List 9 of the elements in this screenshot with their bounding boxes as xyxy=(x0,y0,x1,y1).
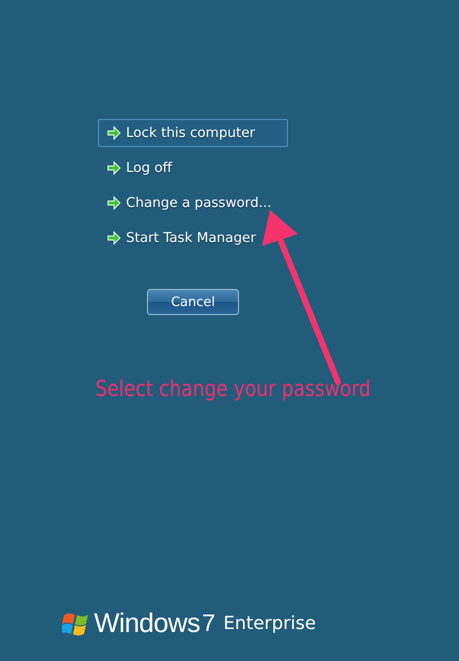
cancel-button[interactable]: Cancel xyxy=(147,289,239,315)
logo-edition: Enterprise xyxy=(223,613,316,634)
menu-option[interactable]: Change a password... xyxy=(98,189,281,217)
logo-version: 7 xyxy=(202,610,216,638)
annotation-text: Select change your password xyxy=(94,377,372,402)
menu-option[interactable]: Log off xyxy=(98,154,181,182)
logo-name: Windows xyxy=(94,608,200,639)
menu-option[interactable]: Start Task Manager xyxy=(98,224,265,252)
menu-option[interactable]: Lock this computer xyxy=(98,119,288,147)
